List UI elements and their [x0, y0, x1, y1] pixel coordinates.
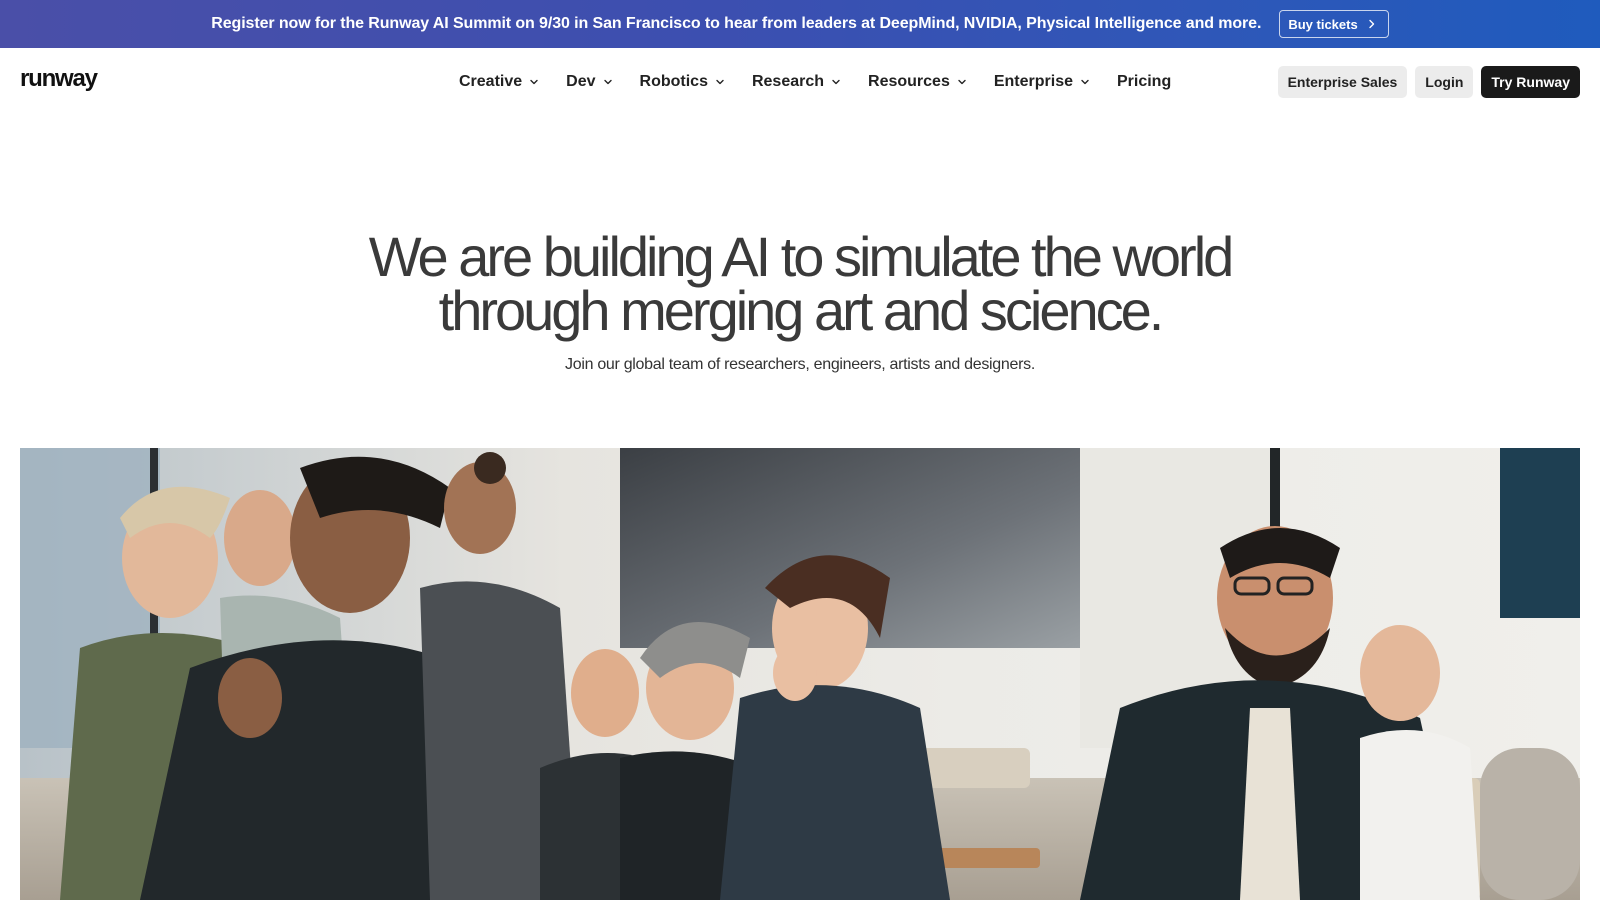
nav-item-label: Resources [868, 73, 950, 90]
hero-title-line-2: through merging art and science. [438, 279, 1165, 342]
nav-item-robotics[interactable]: Robotics [640, 73, 726, 91]
team-photo-illustration [20, 448, 1580, 900]
hero-title: We are building AI to simulate the world… [300, 229, 1300, 339]
runway-logo[interactable]: runway [20, 65, 98, 93]
nav-actions: Enterprise Sales Login Try Runway [1277, 66, 1580, 98]
hero-section: We are building AI to simulate the world… [0, 229, 1600, 374]
team-photo [20, 448, 1580, 900]
announcement-banner: Register now for the Runway AI Summit on… [0, 0, 1600, 48]
nav-links: Creative Dev Robotics Research Resources [459, 70, 1171, 94]
login-button[interactable]: Login [1415, 66, 1474, 98]
nav-item-label: Research [751, 73, 825, 90]
chevron-down-icon [1079, 76, 1091, 88]
nav-item-pricing[interactable]: Pricing [1117, 73, 1171, 91]
banner-text: Register now for the Runway AI Summit on… [211, 15, 1262, 32]
chevron-right-icon [1366, 18, 1378, 30]
chevron-down-icon [830, 76, 842, 88]
top-navigation: runway Creative Dev Robotics Research Re… [0, 48, 1600, 116]
nav-item-label: Robotics [639, 73, 708, 90]
chevron-down-icon [714, 76, 726, 88]
nav-item-label: Creative [459, 73, 523, 90]
nav-item-dev[interactable]: Dev [566, 73, 613, 91]
buy-tickets-label: Buy tickets [1288, 16, 1358, 32]
nav-item-label: Enterprise [993, 73, 1073, 90]
nav-item-enterprise[interactable]: Enterprise [994, 73, 1091, 91]
enterprise-sales-button[interactable]: Enterprise Sales [1277, 66, 1408, 98]
try-runway-button[interactable]: Try Runway [1481, 66, 1580, 98]
chevron-down-icon [528, 76, 540, 88]
nav-item-label: Dev [566, 73, 596, 90]
nav-item-research[interactable]: Research [752, 73, 842, 91]
chevron-down-icon [956, 76, 968, 88]
nav-item-creative[interactable]: Creative [459, 73, 540, 91]
buy-tickets-button[interactable]: Buy tickets [1279, 10, 1389, 38]
nav-item-label: Pricing [1116, 73, 1172, 90]
nav-item-resources[interactable]: Resources [868, 73, 968, 91]
chevron-down-icon [602, 76, 614, 88]
hero-subtitle: Join our global team of researchers, eng… [565, 356, 1035, 373]
